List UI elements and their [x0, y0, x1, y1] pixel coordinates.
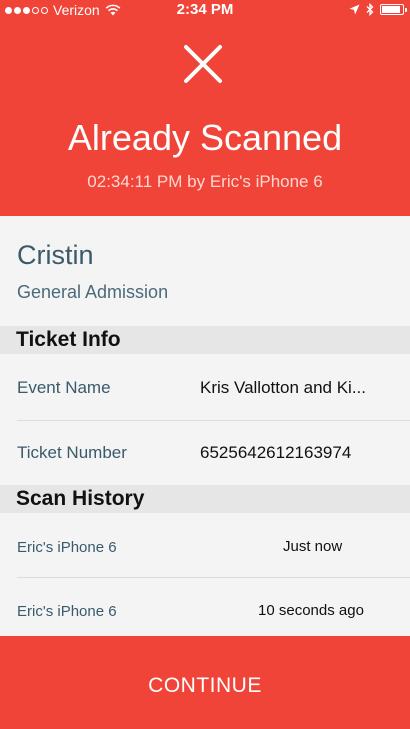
- location-arrow-icon: [349, 4, 360, 15]
- scan-history-row: Eric's iPhone 6 10 seconds ago: [0, 578, 410, 636]
- attendee-name: Cristin: [17, 240, 94, 270]
- close-x-icon: [184, 45, 222, 83]
- ticket-info-heading: Ticket Info: [0, 326, 410, 354]
- scan-device-name: Eric's iPhone 6: [17, 603, 117, 620]
- scan-history-heading: Scan History: [0, 485, 410, 513]
- ticket-number-value: 6525642612163974: [200, 443, 352, 462]
- scan-timestamp: 02:34:11 PM by Eric's iPhone 6: [87, 172, 323, 191]
- scan-time: Just now: [283, 538, 343, 555]
- event-name-value: Kris Vallotton and Ki...: [200, 378, 366, 397]
- bluetooth-icon: [366, 3, 374, 16]
- already-scanned-screen: Verizon 2:34 PM Already Scanned 02:34:11…: [0, 0, 410, 729]
- scan-device-name: Eric's iPhone 6: [17, 539, 117, 556]
- battery-icon: [380, 4, 407, 15]
- scan-status-title: Already Scanned: [67, 117, 343, 158]
- scan-result-header: Verizon 2:34 PM Already Scanned 02:34:11…: [0, 0, 410, 216]
- attendee-card: Cristin General Admission: [0, 216, 410, 326]
- continue-button[interactable]: CONTINUE: [0, 636, 410, 729]
- scan-time: 10 seconds ago: [258, 602, 364, 619]
- event-name-label: Event Name: [17, 378, 111, 397]
- ticket-number-label: Ticket Number: [17, 443, 127, 462]
- status-bar: Verizon 2:34 PM: [0, 0, 410, 20]
- status-right: [349, 3, 407, 16]
- ticket-info-row-event: Event Name Kris Vallotton and Ki...: [0, 354, 410, 420]
- scan-history-row: Eric's iPhone 6 Just now: [0, 513, 410, 577]
- ticket-info-row-number: Ticket Number 6525642612163974: [0, 421, 410, 485]
- ticket-type: General Admission: [17, 282, 169, 302]
